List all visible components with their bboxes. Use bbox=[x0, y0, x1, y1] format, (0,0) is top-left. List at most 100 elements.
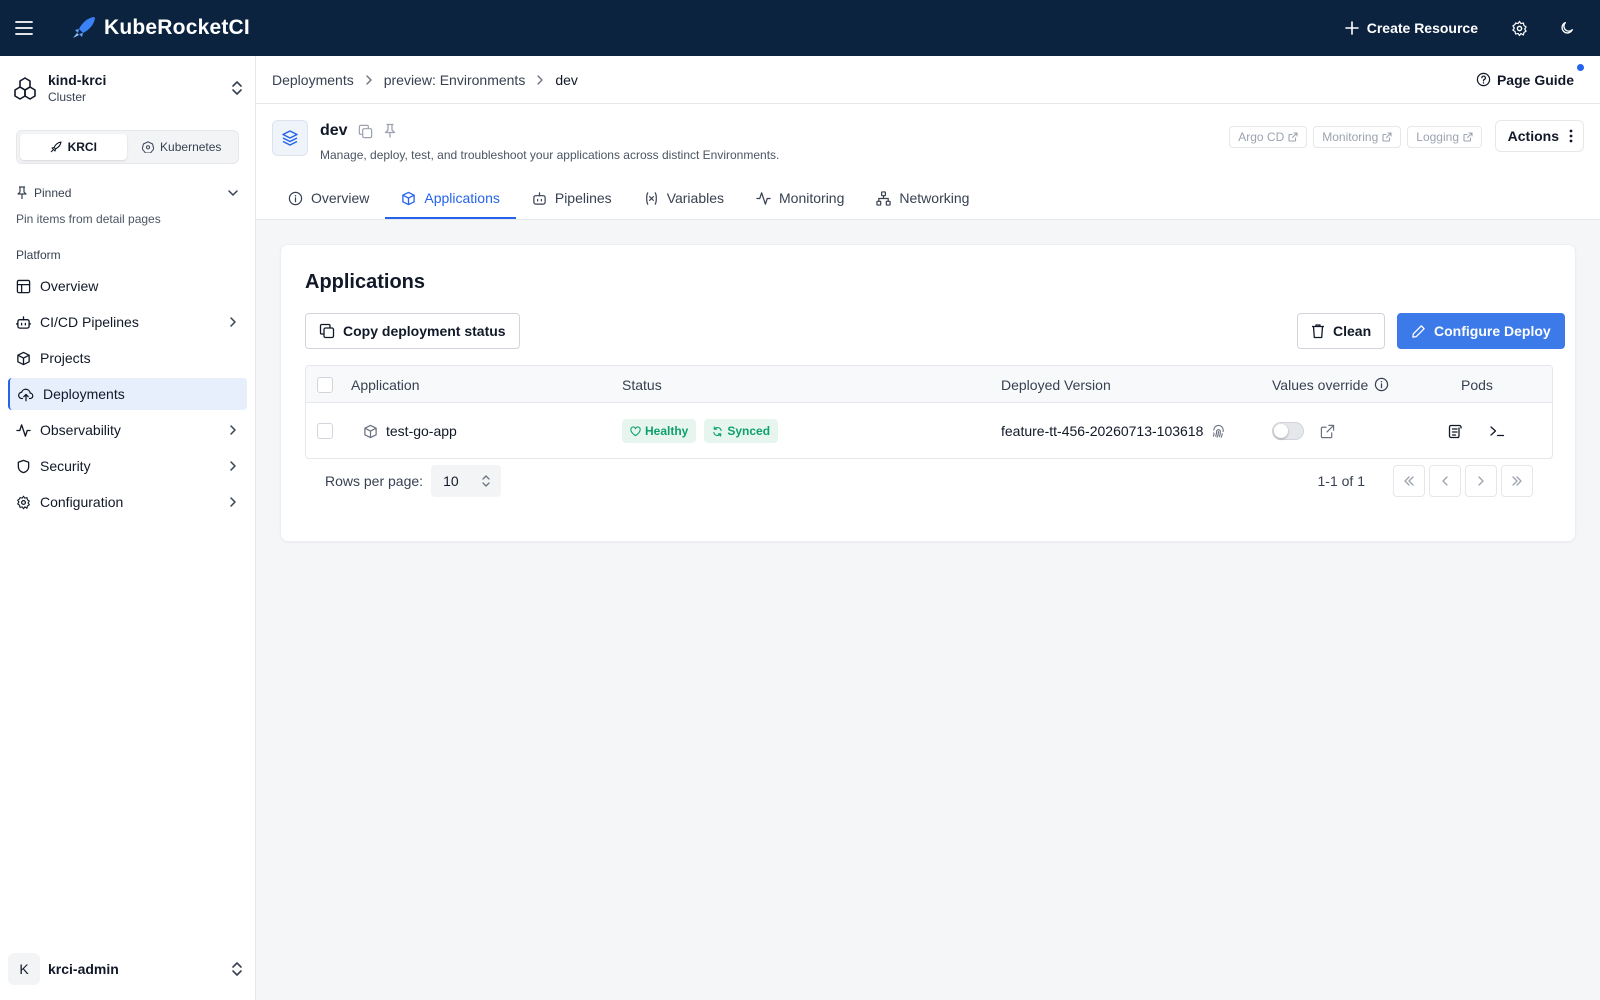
rows-per-page-select[interactable]: 10 bbox=[431, 465, 502, 497]
configure-deploy-label: Configure Deploy bbox=[1434, 323, 1551, 339]
brand-logo[interactable]: KubeRocketCI bbox=[70, 14, 250, 42]
cloud-upload-icon bbox=[18, 388, 34, 401]
last-page-button[interactable] bbox=[1501, 465, 1533, 497]
tab-variables[interactable]: Variables bbox=[628, 179, 740, 219]
previous-page-button[interactable] bbox=[1429, 465, 1461, 497]
external-link-icon[interactable] bbox=[1320, 424, 1335, 439]
switch-kubernetes-label: Kubernetes bbox=[160, 140, 222, 154]
tab-pipelines[interactable]: Pipelines bbox=[516, 179, 628, 219]
table-pagination: Rows per page: 10 1-1 of 1 bbox=[305, 463, 1553, 499]
trash-icon bbox=[1312, 324, 1324, 339]
sidebar-item-deployments[interactable]: Deployments bbox=[8, 378, 247, 410]
chevron-right-icon bbox=[230, 425, 236, 435]
brand-name: KubeRocketCI bbox=[104, 16, 250, 39]
chevrons-up-down-icon bbox=[232, 81, 242, 95]
actions-button[interactable]: Actions bbox=[1494, 120, 1584, 152]
sidebar-item-observability[interactable]: Observability bbox=[8, 414, 247, 446]
tab-label: Applications bbox=[424, 190, 500, 206]
tab-label: Overview bbox=[311, 190, 370, 206]
create-resource-button[interactable]: Create Resource bbox=[1335, 14, 1488, 42]
pin-icon bbox=[17, 186, 27, 199]
menu-icon[interactable] bbox=[0, 0, 48, 56]
tab-applications[interactable]: Applications bbox=[385, 179, 516, 219]
fingerprint-icon[interactable] bbox=[1211, 424, 1226, 439]
terminal-icon[interactable] bbox=[1489, 423, 1505, 439]
rows-per-page-label: Rows per page: bbox=[325, 473, 424, 489]
box-icon bbox=[402, 191, 416, 205]
chevron-right-icon bbox=[230, 461, 236, 471]
actions-label: Actions bbox=[1507, 128, 1559, 144]
settings-button[interactable] bbox=[1502, 11, 1536, 45]
copy-icon[interactable] bbox=[358, 124, 373, 139]
logging-link-label: Logging bbox=[1416, 130, 1459, 144]
tab-networking[interactable]: Networking bbox=[860, 179, 985, 219]
cluster-icon bbox=[14, 77, 36, 100]
tab-label: Monitoring bbox=[779, 190, 845, 206]
values-override-toggle[interactable] bbox=[1272, 422, 1304, 440]
theme-toggle-button[interactable] bbox=[1550, 11, 1584, 45]
bot-icon bbox=[533, 191, 546, 205]
chevrons-up-down-icon bbox=[482, 475, 490, 487]
column-deployed-version[interactable]: Deployed Version bbox=[1001, 366, 1111, 403]
breadcrumb-environments[interactable]: preview: Environments bbox=[384, 72, 526, 88]
logging-link[interactable]: Logging bbox=[1407, 126, 1482, 148]
chevron-right-icon bbox=[1478, 476, 1484, 486]
switch-krci[interactable]: KRCI bbox=[20, 134, 127, 160]
info-icon[interactable] bbox=[1374, 377, 1389, 392]
sidebar-item-label: Configuration bbox=[40, 494, 124, 510]
sidebar-item-projects[interactable]: Projects bbox=[8, 342, 247, 374]
breadcrumb: Deployments preview: Environments dev Pa… bbox=[256, 56, 1600, 104]
applications-table: Application Status Deployed Version Valu… bbox=[305, 365, 1553, 459]
select-all-checkbox[interactable] bbox=[317, 376, 333, 393]
table-header: Application Status Deployed Version Valu… bbox=[306, 366, 1552, 403]
monitoring-link[interactable]: Monitoring bbox=[1313, 126, 1402, 148]
sidebar-item-label: CI/CD Pipelines bbox=[40, 314, 139, 330]
first-page-button[interactable] bbox=[1393, 465, 1425, 497]
page-guide-button[interactable]: Page Guide bbox=[1476, 63, 1584, 88]
chevrons-left-icon bbox=[1404, 476, 1414, 486]
sidebar-item-label: Projects bbox=[40, 350, 91, 366]
sidebar-item-overview[interactable]: Overview bbox=[8, 270, 247, 302]
logs-icon[interactable] bbox=[1447, 423, 1463, 439]
column-application[interactable]: Application bbox=[351, 366, 420, 403]
sidebar-item-label: Observability bbox=[40, 422, 121, 438]
breadcrumb-deployments[interactable]: Deployments bbox=[272, 72, 354, 88]
environment-header: dev Manage, deploy, test, and troublesho… bbox=[256, 104, 1600, 220]
argocd-link[interactable]: Argo CD bbox=[1229, 126, 1308, 148]
notification-dot bbox=[1577, 63, 1584, 71]
chevron-down-icon bbox=[228, 190, 238, 196]
cluster-selector[interactable]: kind-krci Cluster bbox=[0, 56, 255, 120]
tab-overview[interactable]: Overview bbox=[272, 179, 385, 219]
clean-button[interactable]: Clean bbox=[1297, 313, 1386, 349]
sidebar-item-label: Overview bbox=[40, 278, 99, 294]
sync-label: Synced bbox=[727, 424, 771, 438]
next-page-button[interactable] bbox=[1465, 465, 1497, 497]
clean-label: Clean bbox=[1333, 323, 1372, 339]
copy-deployment-status-label: Copy deployment status bbox=[343, 323, 506, 339]
pinned-section-toggle[interactable]: Pinned bbox=[0, 182, 255, 204]
sidebar-item-label: Security bbox=[40, 458, 91, 474]
chevron-right-icon bbox=[230, 317, 236, 327]
pin-icon[interactable] bbox=[383, 123, 397, 139]
configure-deploy-button[interactable]: Configure Deploy bbox=[1397, 313, 1565, 349]
application-name[interactable]: test-go-app bbox=[386, 423, 457, 439]
copy-deployment-status-button[interactable]: Copy deployment status bbox=[305, 313, 520, 349]
refresh-icon bbox=[713, 425, 723, 437]
platform-switch: KRCI Kubernetes bbox=[16, 130, 239, 164]
user-menu[interactable]: K krci-admin bbox=[0, 938, 255, 1000]
sidebar-item-security[interactable]: Security bbox=[8, 450, 247, 482]
health-label: Healthy bbox=[645, 424, 689, 438]
pinned-label: Pinned bbox=[34, 186, 72, 200]
pinned-hint: Pin items from detail pages bbox=[16, 212, 161, 226]
column-status[interactable]: Status bbox=[622, 366, 662, 403]
chevron-left-icon bbox=[1442, 476, 1448, 486]
sidebar-item-cicd-pipelines[interactable]: CI/CD Pipelines bbox=[8, 306, 247, 338]
sidebar-nav: Overview CI/CD Pipelines Projects Deploy… bbox=[0, 270, 255, 518]
top-bar: KubeRocketCI Create Resource bbox=[0, 0, 1600, 56]
row-checkbox[interactable] bbox=[317, 423, 333, 439]
help-circle-icon bbox=[1476, 72, 1491, 87]
switch-kubernetes[interactable]: Kubernetes bbox=[129, 134, 236, 160]
deployed-version: feature-tt-456-20260713-103618 bbox=[1001, 423, 1204, 439]
tab-monitoring[interactable]: Monitoring bbox=[740, 179, 860, 219]
sidebar-item-configuration[interactable]: Configuration bbox=[8, 486, 247, 518]
